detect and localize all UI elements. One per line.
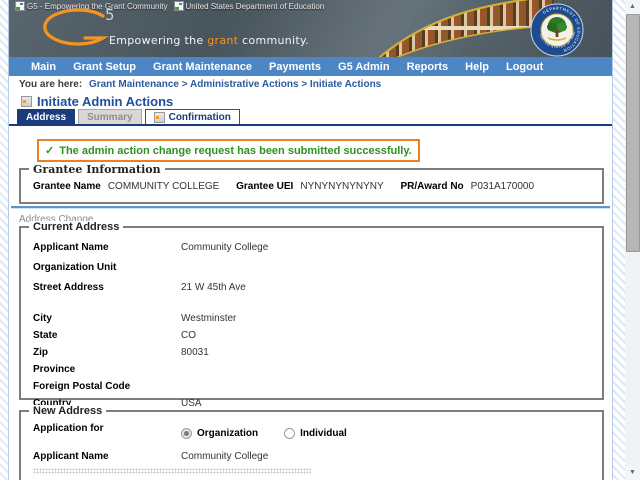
checkmark-icon: ✓	[45, 145, 55, 157]
organization-radio-label: Organization	[197, 428, 259, 439]
field-label: State	[33, 330, 58, 341]
slogan-highlight: grant	[207, 34, 239, 47]
breadcrumb-path[interactable]: Grant Maintenance > Administrative Actio…	[89, 79, 381, 90]
individual-radio-button[interactable]	[284, 428, 296, 439]
field-value: 21 W 45th Ave	[181, 281, 246, 293]
new-address-fieldset: New Address Application for Organization…	[19, 405, 604, 480]
field-label: Zip	[33, 347, 48, 358]
g5-application-window: G5 - Empowering the Grant Community Unit…	[0, 0, 640, 480]
banner-alt-item: United States Department of Education	[173, 1, 325, 11]
field-label: Organization Unit	[33, 261, 117, 273]
application-for-radio-group: Organization Individual	[181, 422, 347, 439]
page-column: G5 - Empowering the Grant Community Unit…	[8, 0, 613, 480]
scrollbar-thumb[interactable]	[626, 14, 640, 252]
organization-radio-button[interactable]	[181, 428, 192, 439]
broken-image-icon	[15, 1, 25, 11]
breadcrumb-prefix: You are here:	[19, 79, 83, 90]
grantee-information-fieldset: Grantee Information Grantee Name COMMUNIT…	[19, 163, 604, 204]
radio-option-organization[interactable]: Organization	[181, 428, 258, 439]
page-title-text: Initiate Admin Actions	[37, 94, 174, 109]
success-message: ✓ The admin action change request has bee…	[37, 139, 420, 162]
nav-main[interactable]: Main	[31, 61, 56, 73]
field-value: USA	[181, 398, 202, 409]
header-banner: G5 - Empowering the Grant Community Unit…	[9, 0, 612, 57]
nav-payments[interactable]: Payments	[269, 61, 321, 73]
bookshelf-swoosh-image	[379, 0, 554, 57]
new-address-legend: New Address	[29, 405, 107, 417]
field-row-new-applicant-name: Applicant Name Community College	[33, 448, 602, 464]
field-row-foreign-postal-code: Foreign Postal Code	[33, 378, 602, 395]
nav-reports[interactable]: Reports	[407, 61, 449, 73]
department-of-education-seal: DEPARTMENT OF EDUCATION UNITED STATES OF…	[530, 3, 584, 57]
page-title: Initiate Admin Actions	[21, 94, 173, 109]
grantee-name-pair: Grantee Name COMMUNITY COLLEGE	[33, 181, 219, 192]
current-address-fieldset: Current Address Applicant Name Community…	[19, 221, 604, 409]
field-value: 80031	[181, 347, 209, 358]
tab-confirmation-label: Confirmation	[168, 112, 231, 123]
page-title-bullet-icon	[21, 96, 32, 107]
field-row-organization-unit: Organization Unit	[33, 257, 602, 277]
breadcrumb: You are here: Grant Maintenance > Admini…	[19, 79, 381, 90]
tab-bar: Address Summary Confirmation	[9, 109, 612, 126]
grantee-uei-label: Grantee UEI	[236, 181, 294, 192]
pr-award-no-pair: PR/Award No P031A170000	[400, 181, 534, 192]
g5-logo-five: 5	[105, 6, 115, 24]
field-row-state: State CO	[33, 327, 602, 344]
field-row-city: City Westminster	[33, 310, 602, 327]
current-address-rows: Applicant Name Community College Organiz…	[21, 228, 602, 412]
grantee-uei-value: NYNYNYNYNYNY	[300, 181, 384, 192]
field-row-province: Province	[33, 361, 602, 378]
grantee-name-value: COMMUNITY COLLEGE	[107, 181, 220, 192]
nav-g5-admin[interactable]: G5 Admin	[338, 61, 390, 73]
nav-grant-maintenance[interactable]: Grant Maintenance	[153, 61, 252, 73]
scrollbar-down-arrow[interactable]: ▼	[625, 466, 640, 480]
banner-slogan: Empowering the grant community.	[109, 34, 309, 47]
radio-option-individual[interactable]: Individual	[284, 428, 347, 439]
new-address-rows: Application for Organization Individual	[21, 412, 602, 464]
broken-image-icon	[173, 1, 184, 11]
field-label: Applicant Name	[33, 450, 109, 462]
pr-award-no-value: P031A170000	[470, 181, 535, 192]
application-for-row: Application for Organization Individual	[33, 422, 602, 439]
slogan-pre: Empowering the	[109, 34, 208, 47]
field-row-zip: Zip 80031	[33, 344, 602, 361]
field-label: Province	[33, 364, 76, 375]
field-row-street-address: Street Address 21 W 45th Ave	[33, 277, 602, 297]
main-navigation: Main Grant Setup Grant Maintenance Payme…	[9, 57, 612, 76]
field-row-applicant-name: Applicant Name Community College	[33, 237, 602, 257]
dotted-input-strip	[33, 468, 311, 474]
individual-radio-label: Individual	[300, 428, 347, 439]
nav-logout[interactable]: Logout	[506, 61, 543, 73]
field-label: Foreign Postal Code	[33, 381, 131, 392]
field-value: Community College	[181, 450, 269, 462]
vertical-scrollbar[interactable]: ▲ ▼	[625, 0, 640, 480]
banner-alt-label: United States Department of Education	[185, 1, 325, 11]
current-address-legend: Current Address	[29, 221, 124, 233]
scrollbar-up-arrow[interactable]: ▲	[625, 0, 640, 14]
nav-help[interactable]: Help	[465, 61, 489, 73]
nav-grant-setup[interactable]: Grant Setup	[73, 61, 136, 73]
pr-award-no-label: PR/Award No	[400, 181, 464, 192]
tab-address[interactable]: Address	[17, 109, 76, 124]
field-label: Applicant Name	[33, 241, 109, 253]
field-value: Westminster	[181, 313, 237, 324]
field-value: Community College	[181, 241, 269, 253]
grantee-uei-pair: Grantee UEI NYNYNYNYNYNY	[236, 181, 384, 192]
tab-confirmation[interactable]: Confirmation	[144, 109, 240, 124]
tab-confirmation-icon	[153, 112, 165, 123]
field-label: City	[33, 313, 52, 324]
tab-summary: Summary	[78, 109, 142, 124]
field-label: Street Address	[33, 281, 104, 293]
slogan-post: community.	[238, 34, 310, 47]
success-message-text: The admin action change request has been…	[59, 145, 412, 157]
grantee-information-row: Grantee Name COMMUNITY COLLEGE Grantee UE…	[33, 181, 548, 192]
grantee-name-label: Grantee Name	[33, 181, 101, 192]
section-divider	[11, 206, 610, 209]
field-value: CO	[181, 330, 196, 341]
grantee-information-legend: Grantee Information	[29, 163, 165, 176]
application-for-label: Application for	[33, 423, 104, 434]
